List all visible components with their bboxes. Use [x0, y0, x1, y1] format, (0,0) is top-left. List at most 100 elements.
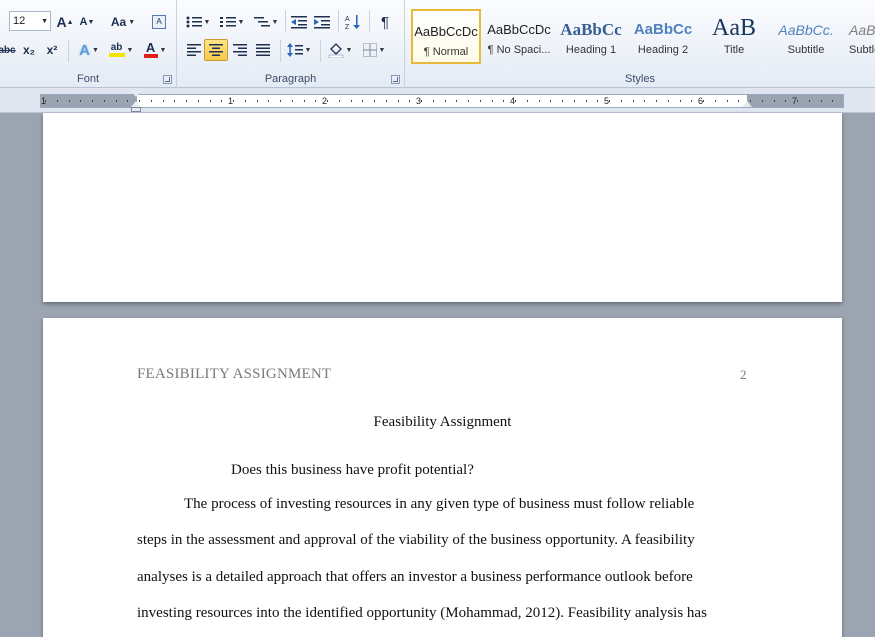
font-color-button[interactable]: A ▼ — [140, 39, 170, 61]
horizontal-ruler[interactable]: 1 1 2 3 4 5 6 7 — [0, 88, 875, 113]
font-size-combo[interactable]: 12 ▼ — [9, 11, 51, 31]
style-heading-1[interactable]: AaBbCc Heading 1 — [556, 9, 626, 64]
ruler-tick — [374, 100, 375, 102]
ruler-tick — [609, 100, 610, 102]
ruler-tick — [198, 100, 199, 102]
strikethrough-button[interactable]: abc — [0, 39, 16, 61]
running-header: FEASIBILITY ASSIGNMENT — [137, 366, 332, 382]
shading-icon — [328, 43, 343, 58]
bullets-icon — [186, 16, 202, 28]
style-heading-2-preview: AaBbCc — [633, 21, 693, 38]
sort-button[interactable]: AZ — [343, 11, 363, 33]
ruler-tick — [362, 100, 363, 102]
grow-font-button[interactable]: A ▲ — [56, 11, 74, 33]
style-title-name: Title — [723, 44, 745, 56]
ruler-tick — [597, 100, 598, 102]
body-line: analyses is a detailed approach that off… — [137, 569, 693, 585]
bullets-button[interactable]: ▼ — [183, 11, 213, 33]
style-subtitle[interactable]: AaBbCc. Subtitle — [771, 9, 841, 64]
ruler-left-margin — [41, 95, 137, 107]
style-title[interactable]: AaB Title — [699, 9, 769, 64]
align-left-icon — [187, 44, 201, 56]
ruler-tick — [186, 100, 187, 102]
font-size-value: 12 — [13, 15, 26, 27]
ribbon: 12 ▼ A ▲ A ▼ Aa ▼ A abc x₂ x² A ▼ ab ▼ A ▼ F… — [0, 0, 875, 88]
page-1[interactable] — [43, 113, 842, 302]
right-indent-marker[interactable] — [742, 101, 752, 107]
superscript-button[interactable]: x² — [43, 39, 61, 61]
left-indent-marker[interactable] — [131, 107, 141, 112]
show-formatting-button[interactable]: ¶ — [375, 11, 395, 33]
text-effects-icon: A — [79, 41, 90, 59]
styles-group-label: Styles — [625, 73, 655, 85]
font-separator — [68, 40, 69, 62]
paragraph-separator-3 — [369, 10, 370, 32]
style-no-spacing-name: ¶ No Spaci... — [487, 44, 551, 56]
highlight-button[interactable]: ab ▼ — [106, 39, 136, 61]
paragraph-group: ▼ ▼ ▼ AZ ¶ ▼ ▼ ▼ Paragraph — [177, 0, 405, 88]
borders-icon — [362, 43, 377, 57]
ruler-tick — [92, 100, 93, 102]
font-dialog-launcher-icon[interactable] — [163, 75, 172, 84]
style-heading-2[interactable]: AaBbCc Heading 2 — [628, 9, 698, 64]
paragraph-separator-2 — [338, 10, 339, 32]
subscript-button[interactable]: x₂ — [20, 39, 38, 61]
clear-formatting-icon: A — [152, 15, 166, 29]
align-center-icon — [209, 44, 223, 56]
pilcrow-icon: ¶ — [380, 13, 390, 31]
line-spacing-button[interactable]: ▼ — [285, 39, 313, 61]
change-case-button[interactable]: Aa ▼ — [109, 11, 137, 33]
borders-button[interactable]: ▼ — [359, 39, 389, 61]
ruler-tick — [633, 100, 634, 102]
sort-icon: AZ — [345, 15, 360, 30]
style-no-spacing[interactable]: AaBbCcDc ¶ No Spaci... — [484, 9, 554, 64]
ruler-tick — [503, 100, 504, 102]
font-size-dropdown-icon[interactable]: ▼ — [41, 18, 48, 25]
justify-icon — [256, 44, 270, 56]
clear-formatting-button[interactable]: A — [149, 11, 169, 33]
font-color-icon: A — [143, 41, 158, 58]
align-right-button[interactable] — [229, 39, 251, 61]
align-left-button[interactable] — [183, 39, 205, 61]
ruler-tick — [550, 100, 551, 102]
ruler-tick — [163, 100, 164, 102]
ruler-tick — [327, 100, 328, 102]
ruler-tick — [210, 100, 211, 102]
ruler-tick — [644, 100, 645, 102]
page-2[interactable]: FEASIBILITY ASSIGNMENT 2 Feasibility Ass… — [43, 318, 842, 637]
style-subtle[interactable]: AaBbC Subtle — [843, 9, 875, 64]
justify-button[interactable] — [252, 39, 274, 61]
ruler-tick — [738, 100, 739, 102]
style-no-spacing-preview: AaBbCcDc — [487, 22, 551, 37]
ruler-tick — [245, 100, 246, 102]
grow-font-icon: A — [56, 14, 67, 30]
paragraph-dialog-launcher-icon[interactable] — [391, 75, 400, 84]
decrease-indent-button[interactable] — [289, 11, 309, 33]
ruler-tick — [691, 100, 692, 102]
style-title-preview: AaB — [712, 19, 756, 41]
ruler-tick — [703, 100, 704, 102]
style-normal[interactable]: AaBbCcDc ¶ Normal — [411, 9, 481, 64]
style-heading-2-name: Heading 2 — [637, 44, 689, 56]
paragraph-separator-5 — [320, 40, 321, 62]
increase-indent-button[interactable] — [312, 11, 332, 33]
ruler-tick — [586, 100, 587, 102]
shrink-font-button[interactable]: A ▼ — [79, 11, 95, 33]
ruler-tick — [292, 100, 293, 102]
numbering-button[interactable]: ▼ — [217, 11, 247, 33]
ruler-tick — [80, 100, 81, 102]
align-center-button[interactable] — [204, 39, 228, 61]
change-case-icon: Aa — [110, 15, 127, 29]
increase-indent-icon — [314, 16, 330, 29]
ruler-tick — [151, 100, 152, 102]
text-effects-button[interactable]: A ▼ — [76, 39, 102, 61]
section-question: Does this business have profit potential… — [231, 462, 474, 478]
multilevel-list-button[interactable]: ▼ — [251, 11, 281, 33]
ruler-tick — [492, 100, 493, 102]
styles-group: AaBbCcDc ¶ Normal AaBbCcDc ¶ No Spaci...… — [405, 0, 875, 88]
body-line: The process of investing resources in an… — [184, 496, 695, 512]
shading-button[interactable]: ▼ — [325, 39, 355, 61]
first-line-indent-marker[interactable] — [131, 91, 141, 97]
ruler-tick — [104, 100, 105, 102]
style-normal-preview: AaBbCcDc — [414, 24, 478, 39]
